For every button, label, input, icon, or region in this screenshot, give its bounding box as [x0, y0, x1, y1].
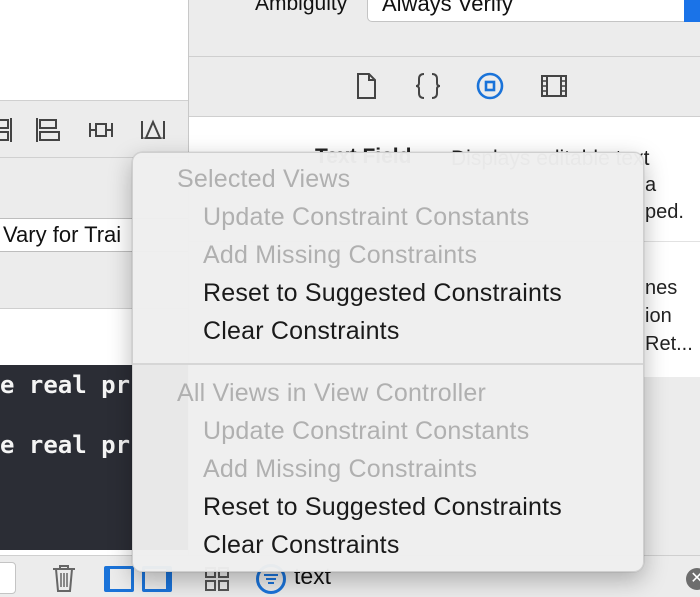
canvas-area [0, 0, 188, 100]
library-item-description: nes [645, 277, 678, 299]
layout-toolbar [0, 100, 188, 158]
menu-item-add-missing-constraints: Add Missing Constraints [203, 241, 478, 269]
library-item-description: ion [645, 305, 672, 327]
menu-separator [133, 363, 643, 365]
pin-icon[interactable] [88, 117, 114, 143]
library-tabs [189, 57, 700, 115]
menu-item-update-constraint-constants: Update Constraint Constants [203, 203, 530, 231]
code-line: e real pr [0, 431, 131, 459]
resolve-issues-icon[interactable] [140, 117, 166, 143]
left-filter-field[interactable] [0, 562, 16, 594]
trash-icon[interactable] [50, 563, 78, 593]
library-item-description: ped. [645, 201, 684, 223]
ambiguity-value: Always Verify [382, 0, 513, 16]
ambiguity-select[interactable]: Always Verify [367, 0, 700, 22]
stack-icon[interactable] [34, 117, 60, 143]
clear-icon[interactable]: ✕ [686, 568, 700, 590]
menu-section-header: Selected Views [177, 165, 351, 193]
left-pane-toggle-icon[interactable] [104, 566, 134, 592]
menu-item-reset-to-suggested-constraints[interactable]: Reset to Suggested Constraints [203, 279, 562, 308]
library-item-description: Ret... [645, 333, 693, 355]
menu-item-update-constraint-constants: Update Constraint Constants [203, 417, 530, 445]
resolve-issues-menu: Selected Views Update Constraint Constan… [132, 152, 644, 572]
ambiguity-label: Ambiguity [255, 0, 348, 15]
chevron-down-icon [684, 0, 700, 22]
menu-item-add-missing-constraints: Add Missing Constraints [203, 455, 478, 483]
library-item-description: a [645, 174, 657, 196]
media-library-icon[interactable] [539, 71, 569, 101]
menu-item-clear-constraints[interactable]: Clear Constraints [203, 531, 400, 560]
align-icon[interactable] [0, 117, 16, 143]
menu-item-reset-to-suggested-constraints[interactable]: Reset to Suggested Constraints [203, 493, 562, 522]
menu-section-header: All Views in View Controller [177, 379, 486, 407]
code-line: e real pr [0, 371, 131, 399]
menu-item-clear-constraints[interactable]: Clear Constraints [203, 317, 400, 346]
file-icon[interactable] [351, 71, 381, 101]
braces-icon[interactable] [413, 71, 443, 101]
object-library-icon[interactable] [475, 71, 505, 101]
